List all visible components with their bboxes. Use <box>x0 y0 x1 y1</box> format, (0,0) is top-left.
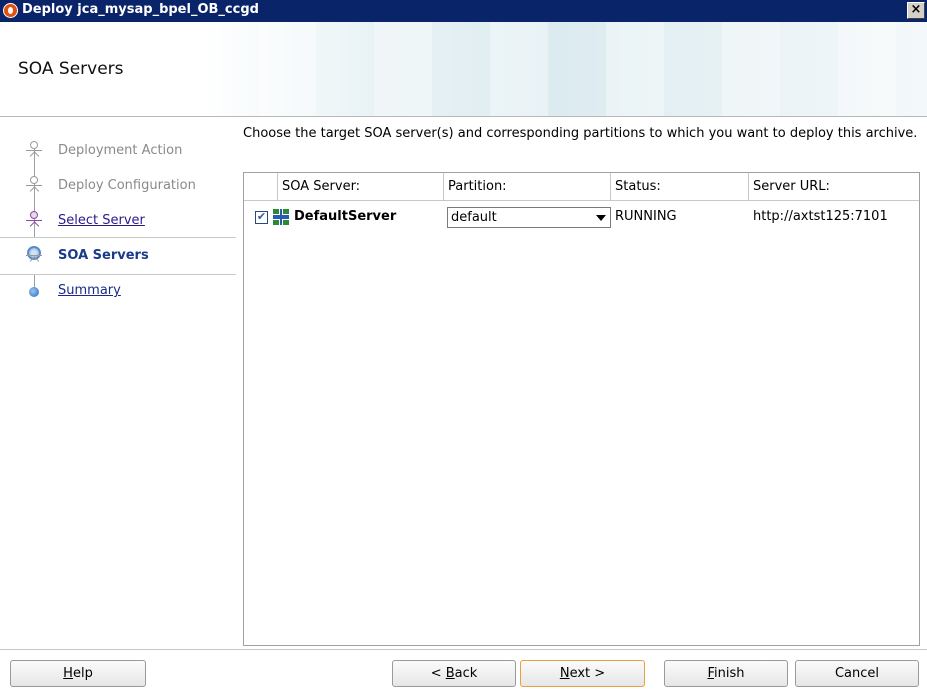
instructions-text: Choose the target SOA server(s) and corr… <box>243 126 918 141</box>
column-header-select <box>244 173 278 201</box>
server-status: RUNNING <box>615 209 677 224</box>
partition-select-value: default <box>451 210 497 225</box>
server-cluster-icon <box>273 209 289 225</box>
window-title: Deploy jca_mysap_bpel_OB_ccgd <box>22 2 259 17</box>
close-icon[interactable]: × <box>907 2 925 19</box>
column-header-status[interactable]: Status: <box>611 173 749 201</box>
chevron-down-icon[interactable] <box>596 215 606 221</box>
nav-item-label: Deploy Configuration <box>58 178 196 193</box>
soa-server-table: SOA Server: Partition: Status: Server UR… <box>243 172 920 646</box>
nav-item-soa-servers[interactable]: SOA Servers <box>0 237 236 275</box>
help-button-mnemonic: H <box>63 666 73 681</box>
server-url: http://axtst125:7101 <box>753 209 888 224</box>
nav-item-summary[interactable]: Summary <box>0 273 236 309</box>
step-figure-icon <box>26 141 42 161</box>
table-row[interactable]: ✔ DefaultServer default RUNNING http://a… <box>244 201 919 235</box>
nav-item-label: Summary <box>58 283 121 298</box>
column-header-partition[interactable]: Partition: <box>444 173 611 201</box>
back-button-mnemonic: B <box>445 666 455 681</box>
step-figure-icon <box>26 176 42 196</box>
nav-item-deploy-configuration[interactable]: Deploy Configuration <box>0 168 236 204</box>
step-dot-icon <box>26 281 42 301</box>
nav-item-deployment-action[interactable]: Deployment Action <box>0 133 236 169</box>
next-button-label: ext > <box>569 666 606 681</box>
title-bar: Deploy jca_mysap_bpel_OB_ccgd × <box>0 0 927 22</box>
server-name: DefaultServer <box>294 209 397 224</box>
back-button-label-pre: < <box>430 666 446 681</box>
nav-item-label: Select Server <box>58 213 145 228</box>
step-figure-icon <box>26 211 42 231</box>
help-button-label: elp <box>72 666 93 681</box>
header-divider <box>0 116 927 117</box>
current-step-icon <box>26 246 42 266</box>
footer-divider <box>0 649 927 650</box>
next-button-mnemonic: N <box>559 666 570 681</box>
nav-item-select-server[interactable]: Select Server <box>0 203 236 239</box>
next-button[interactable]: Next > <box>520 660 645 687</box>
column-header-server-url[interactable]: Server URL: <box>749 173 919 201</box>
header-banner: SOA Servers <box>0 22 927 116</box>
column-header-soa-server[interactable]: SOA Server: <box>278 173 444 201</box>
nav-item-label: SOA Servers <box>58 248 149 263</box>
nav-item-label: Deployment Action <box>58 143 183 158</box>
back-button-label: ack <box>454 666 478 681</box>
wizard-step-nav: Deployment Action Deploy Configuration S… <box>0 125 236 645</box>
partition-select[interactable]: default <box>447 207 611 228</box>
cancel-button[interactable]: Cancel <box>795 660 919 687</box>
back-button[interactable]: < Back <box>392 660 516 687</box>
finish-button[interactable]: Finish <box>664 660 788 687</box>
oracle-app-icon <box>3 3 18 18</box>
banner-decoration <box>200 22 927 116</box>
server-select-checkbox[interactable]: ✔ <box>255 211 268 224</box>
page-title: SOA Servers <box>18 59 124 79</box>
finish-button-label: inish <box>714 666 745 681</box>
help-button[interactable]: Help <box>10 660 146 687</box>
cancel-button-label: Cancel <box>834 666 880 681</box>
